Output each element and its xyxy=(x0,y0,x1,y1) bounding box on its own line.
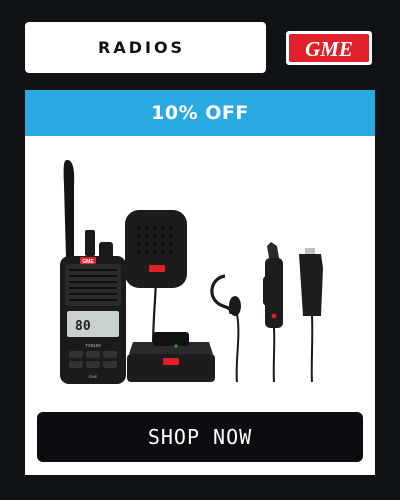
speaker-mic-icon xyxy=(125,210,187,352)
shop-now-label: SHOP NOW xyxy=(147,425,253,449)
handheld-radio-icon: GME 80 TX6160 GME xyxy=(60,160,126,384)
product-image: GME 80 TX6160 GME xyxy=(60,160,323,384)
discount-label: 10% OFF xyxy=(151,102,249,124)
shop-now-button[interactable]: SHOP NOW xyxy=(37,412,363,462)
promo-banner: 10% OFF xyxy=(25,90,375,136)
category-title: RADIOS xyxy=(98,38,186,57)
product-card[interactable]: 10% OFF GME 80 TX6160 GME SHOP NOW xyxy=(25,90,375,475)
radio-connector-icon xyxy=(299,248,323,383)
radio-model-label: TX6160 xyxy=(85,343,101,348)
gme-logo-text: GME xyxy=(305,37,353,61)
radio-bottom-label: GME xyxy=(88,374,97,379)
charging-dock-icon xyxy=(127,332,215,382)
gme-logo: GME xyxy=(286,31,372,65)
radio-screen-readout: 80 xyxy=(75,319,91,334)
category-title-box: RADIOS xyxy=(25,22,266,73)
car-charger-icon xyxy=(265,242,283,383)
earpiece-icon xyxy=(210,274,272,383)
radio-brand-badge: GME xyxy=(82,259,94,265)
